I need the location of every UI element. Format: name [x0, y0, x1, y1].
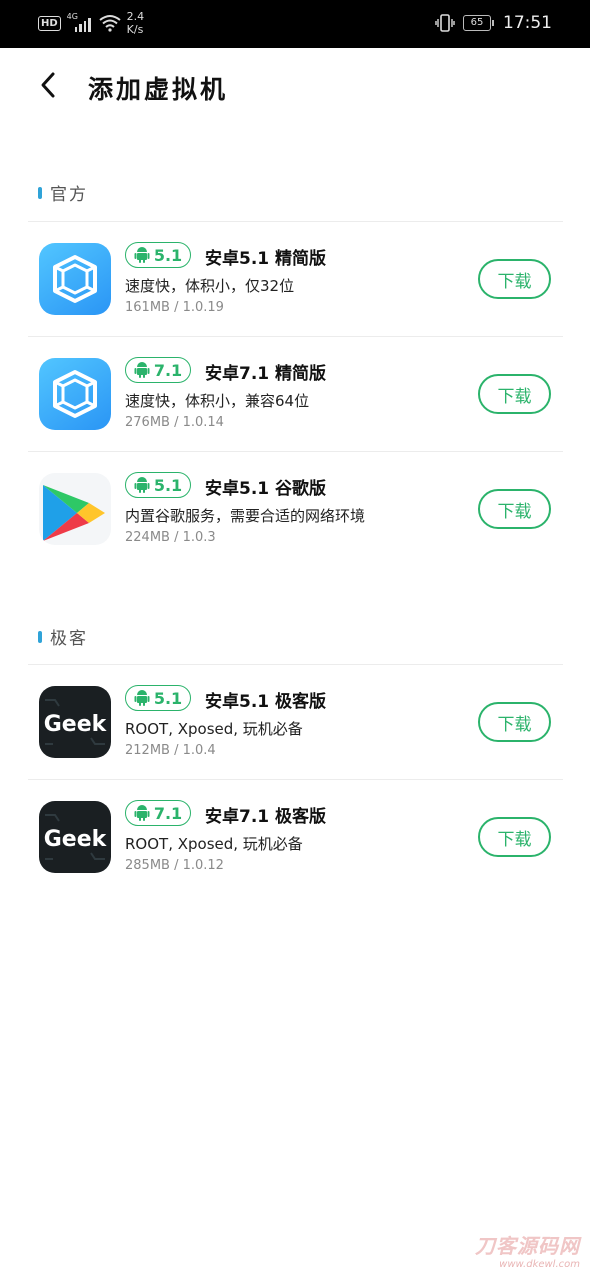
android-icon — [134, 805, 150, 821]
app-description: ROOT, Xposed, 玩机必备 — [125, 835, 303, 853]
speed-value: 2.4 — [126, 10, 145, 23]
version-badge: 5.1 — [125, 472, 191, 498]
wifi-icon — [99, 15, 121, 32]
geek-icon: Geek — [39, 801, 111, 873]
android-icon — [134, 247, 150, 263]
speed-unit: K/s — [126, 23, 144, 36]
clock: 17:51 — [503, 13, 552, 33]
app-size-version: 276MB / 1.0.14 — [125, 415, 224, 430]
version-number: 5.1 — [153, 245, 183, 265]
app-size-version: 224MB / 1.0.3 — [125, 530, 216, 545]
section-marker — [38, 630, 42, 643]
google-play-icon — [39, 473, 111, 545]
app-name: 安卓5.1 精简版 — [205, 249, 327, 269]
app-description: ROOT, Xposed, 玩机必备 — [125, 720, 303, 738]
page-title: 添加虚拟机 — [88, 75, 229, 104]
android-icon — [134, 362, 150, 378]
download-button[interactable]: 下载 — [478, 817, 551, 857]
list-item: Geek 5.1 安卓5.1 极客版 ROOT, Xposed, 玩机必备 21… — [0, 665, 590, 779]
list-item: 7.1 安卓7.1 精简版 速度快，体积小，兼容64位 276MB / 1.0.… — [0, 337, 590, 451]
watermark: 刀客源码网 www.dkewl.com — [475, 1230, 580, 1270]
hd-indicator: HD — [38, 15, 61, 31]
list-item: 5.1 安卓5.1 精简版 速度快，体积小，仅32位 161MB / 1.0.1… — [0, 222, 590, 336]
geek-icon-text: Geek — [44, 827, 108, 852]
geek-icon-text: Geek — [44, 712, 108, 737]
app-name: 安卓7.1 极客版 — [205, 807, 327, 827]
cellular-signal-icon: 4G — [67, 12, 93, 32]
app-size-version: 212MB / 1.0.4 — [125, 743, 216, 758]
virtual-machine-icon — [39, 358, 111, 430]
android-icon — [134, 477, 150, 493]
app-description: 速度快，体积小，仅32位 — [125, 277, 295, 295]
section-header-geek: 极客 — [38, 624, 88, 649]
title-bar: 添加虚拟机 — [0, 48, 590, 128]
section-title: 极客 — [50, 629, 88, 649]
vibrate-icon — [435, 14, 455, 32]
virtual-machine-icon — [39, 243, 111, 315]
version-number: 7.1 — [153, 803, 183, 823]
version-badge: 7.1 — [125, 357, 191, 383]
version-number: 7.1 — [153, 360, 183, 380]
download-button[interactable]: 下载 — [478, 374, 551, 414]
app-description: 速度快，体积小，兼容64位 — [125, 392, 310, 410]
version-badge: 7.1 — [125, 800, 191, 826]
watermark-url: www.dkewl.com — [499, 1259, 580, 1270]
version-badge: 5.1 — [125, 685, 191, 711]
back-arrow-icon[interactable] — [36, 70, 60, 100]
watermark-title: 刀客源码网 — [475, 1234, 580, 1258]
section-title: 官方 — [50, 185, 88, 205]
android-icon — [134, 690, 150, 706]
app-name: 安卓7.1 精简版 — [205, 364, 327, 384]
app-description: 内置谷歌服务，需要合适的网络环境 — [125, 507, 366, 525]
list-item: Geek 7.1 安卓7.1 极客版 ROOT, Xposed, 玩机必备 28… — [0, 780, 590, 894]
network-speed: 2.4 K/s — [127, 10, 145, 36]
section-marker — [38, 186, 42, 199]
section-header-official: 官方 — [38, 180, 88, 205]
app-size-version: 285MB / 1.0.12 — [125, 858, 224, 873]
geek-icon: Geek — [39, 686, 111, 758]
version-number: 5.1 — [153, 688, 183, 708]
app-name: 安卓5.1 极客版 — [205, 692, 327, 712]
list-item: 5.1 安卓5.1 谷歌版 内置谷歌服务，需要合适的网络环境 224MB / 1… — [0, 452, 590, 566]
version-badge: 5.1 — [125, 242, 191, 268]
version-number: 5.1 — [153, 475, 183, 495]
download-button[interactable]: 下载 — [478, 259, 551, 299]
status-bar: HD 4G 2.4 K/s 65 17:51 — [0, 0, 590, 48]
app-name: 安卓5.1 谷歌版 — [205, 479, 327, 499]
download-button[interactable]: 下载 — [478, 702, 551, 742]
app-size-version: 161MB / 1.0.19 — [125, 300, 224, 315]
battery-icon: 65 — [463, 15, 494, 31]
download-button[interactable]: 下载 — [478, 489, 551, 529]
